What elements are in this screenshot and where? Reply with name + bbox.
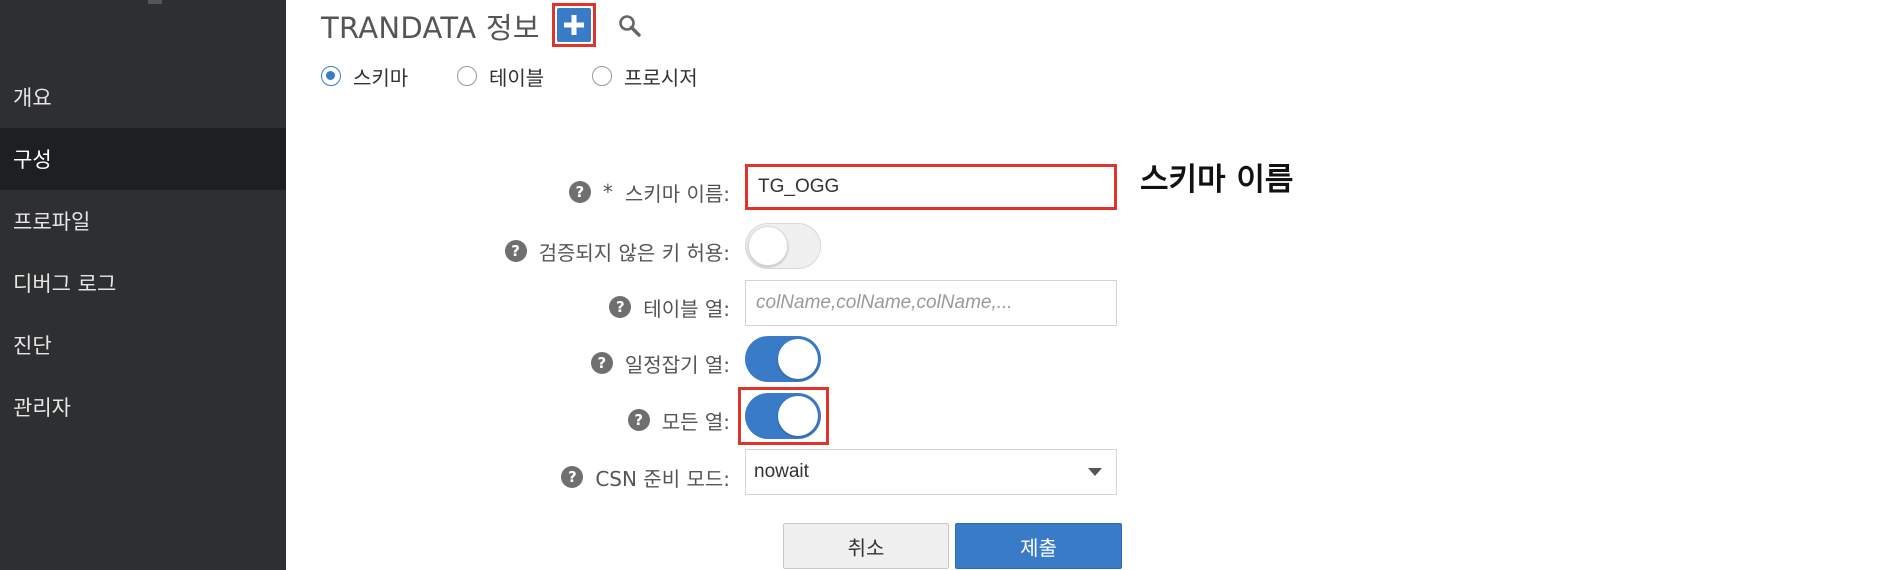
sidebar-item-overview[interactable]: 개요	[0, 66, 286, 128]
sidebar-item-label: 디버그 로그	[13, 272, 117, 296]
search-icon	[619, 15, 641, 37]
radio-procedure[interactable]: 프로시저	[592, 62, 698, 90]
sidebar-top-marker	[148, 0, 162, 4]
toggle-knob	[778, 396, 818, 436]
table-columns-label: 테이블 열:	[643, 296, 730, 321]
radio-procedure-label: 프로시저	[624, 65, 698, 90]
radio-schema-label: 스키마	[353, 65, 409, 90]
radio-table-label: 테이블	[489, 65, 545, 90]
help-icon[interactable]: ?	[590, 352, 613, 374]
page-title: TRANDATA 정보	[321, 11, 540, 45]
sidebar-item-label: 개요	[13, 86, 52, 110]
help-icon[interactable]: ?	[504, 240, 527, 262]
scheduling-columns-toggle[interactable]	[745, 336, 821, 382]
sidebar-item-diagnosis[interactable]: 진단	[0, 314, 286, 376]
table-columns-input[interactable]: colName,colName,colName,...	[745, 280, 1117, 326]
add-button-face	[557, 8, 591, 42]
sidebar-item-label: 구성	[13, 148, 52, 172]
sidebar-item-administrator[interactable]: 관리자	[0, 376, 286, 438]
all-columns-label-row: ? 모든 열:	[627, 404, 730, 436]
csn-prepare-mode-label: CSN 준비 모드:	[595, 466, 730, 491]
cancel-button[interactable]: 취소	[783, 523, 949, 569]
sidebar-item-label: 관리자	[13, 396, 71, 420]
radio-procedure-indicator[interactable]	[592, 66, 612, 86]
scheduling-columns-label-row: ? 일정잡기 열:	[590, 347, 730, 379]
help-icon[interactable]: ?	[627, 409, 650, 431]
allow-unvalidated-keys-label: 검증되지 않은 키 허용:	[538, 240, 730, 265]
all-columns-toggle[interactable]	[745, 393, 821, 439]
scheduling-columns-label: 일정잡기 열:	[624, 352, 730, 377]
schema-name-input[interactable]: TG_OGG	[745, 164, 1117, 210]
sidebar-item-label: 프로파일	[13, 210, 91, 234]
radio-schema-indicator[interactable]	[321, 66, 341, 86]
sidebar-item-label: 진단	[13, 334, 52, 358]
submit-button[interactable]: 제출	[955, 523, 1122, 569]
annotation-label: 스키마 이름	[1140, 162, 1294, 198]
schema-name-label-row: ? * 스키마 이름:	[568, 176, 730, 208]
table-columns-placeholder: colName,colName,colName,...	[756, 292, 1013, 313]
schema-name-value: TG_OGG	[758, 176, 840, 197]
chevron-down-icon	[1088, 468, 1102, 476]
schema-name-label: 스키마 이름:	[624, 181, 730, 206]
required-marker: *	[602, 180, 613, 204]
csn-prepare-mode-label-row: ? CSN 준비 모드:	[561, 461, 730, 493]
toggle-knob	[748, 226, 788, 266]
help-icon[interactable]: ?	[609, 296, 632, 318]
sidebar-item-debug-log[interactable]: 디버그 로그	[0, 252, 286, 314]
help-icon[interactable]: ?	[561, 466, 584, 488]
table-columns-label-row: ? 테이블 열:	[609, 291, 730, 323]
csn-prepare-mode-select[interactable]: nowait	[745, 449, 1117, 495]
sidebar-item-configuration[interactable]: 구성	[0, 128, 286, 190]
toggle-knob	[778, 339, 818, 379]
sidebar: 개요 구성 프로파일 디버그 로그 진단 관리자	[0, 0, 286, 570]
plus-icon	[564, 15, 584, 35]
radio-schema[interactable]: 스키마	[321, 62, 408, 90]
search-button[interactable]	[614, 10, 646, 42]
allow-unvalidated-keys-label-row: ? 검증되지 않은 키 허용:	[504, 235, 730, 267]
csn-prepare-mode-value: nowait	[754, 461, 809, 482]
radio-table[interactable]: 테이블	[457, 62, 544, 90]
help-icon[interactable]: ?	[568, 181, 591, 203]
radio-table-indicator[interactable]	[457, 66, 477, 86]
allow-unvalidated-keys-toggle[interactable]	[745, 223, 821, 269]
add-trandata-button[interactable]	[552, 3, 596, 47]
all-columns-label: 모든 열:	[661, 409, 730, 434]
sidebar-item-profile[interactable]: 프로파일	[0, 190, 286, 252]
